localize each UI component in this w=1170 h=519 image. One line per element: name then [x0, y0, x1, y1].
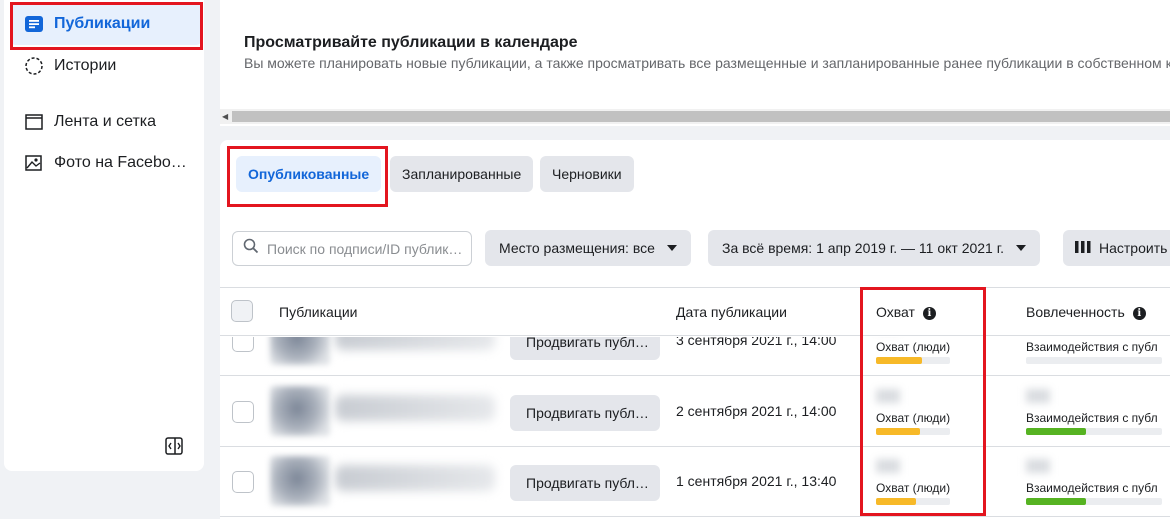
facebook-photo-icon	[24, 153, 44, 173]
row-checkbox[interactable]	[232, 401, 254, 423]
sidebar: Публикации Истории Лента и сетка Фото на…	[4, 0, 204, 471]
placement-dropdown[interactable]: Место размещения: все	[485, 230, 691, 266]
select-all-checkbox[interactable]	[231, 300, 253, 322]
reach-bar	[876, 498, 950, 505]
search-icon	[243, 238, 259, 259]
horizontal-scrollbar[interactable]: ◀	[220, 109, 1170, 124]
tab-label: Запланированные	[402, 166, 522, 182]
period-label: За всё время: 1 апр 2019 г. — 11 окт 202…	[722, 240, 1005, 256]
sidebar-item-posts[interactable]: Публикации	[10, 3, 202, 45]
reach-value-blurred	[876, 459, 900, 473]
columns-icon	[1075, 240, 1091, 256]
reach-label: Охват (люди)	[876, 340, 951, 354]
column-reach-label: Охват	[876, 304, 915, 320]
promote-post-button[interactable]: Продвигать публ…	[510, 395, 660, 431]
customize-label: Настроить	[1099, 240, 1168, 256]
table-row[interactable]: Продвигать публ… 2 сентября 2021 г., 14:…	[220, 377, 1170, 447]
column-engagement-label: Вовлеченность	[1026, 304, 1125, 320]
table-row[interactable]: Продвигать публ… 1 сентября 2021 г., 13:…	[220, 447, 1170, 517]
promote-post-button[interactable]: Продвигать публ…	[510, 465, 660, 501]
sidebar-item-label: Лента и сетка	[54, 113, 157, 130]
collapse-sidebar-icon[interactable]	[164, 436, 184, 456]
reach-value-blurred	[876, 389, 900, 403]
promote-post-button[interactable]: Продвигать публ…	[510, 337, 660, 360]
sidebar-item-facebook-photo[interactable]: Фото на Facebo…	[10, 142, 202, 184]
engagement-label: Взаимодействия с публ	[1026, 481, 1158, 495]
engagement-bar-fill	[1026, 498, 1086, 505]
engagement-value-blurred	[1026, 459, 1050, 473]
column-engagement[interactable]: Вовлеченность i	[1026, 304, 1146, 320]
engagement-bar	[1026, 357, 1162, 364]
engagement-bar	[1026, 498, 1162, 505]
scroll-left-icon[interactable]: ◀	[222, 112, 228, 121]
search-box[interactable]	[232, 231, 472, 266]
post-thumbnail[interactable]	[270, 456, 330, 506]
engagement-value-blurred	[1026, 389, 1050, 403]
sidebar-item-stories[interactable]: Истории	[10, 45, 202, 87]
post-caption-blurred	[335, 395, 495, 421]
promote-label: Продвигать публ…	[526, 405, 649, 421]
publish-date: 1 сентября 2021 г., 13:40	[676, 473, 837, 489]
info-icon[interactable]: i	[1132, 307, 1146, 320]
reach-bar	[876, 428, 950, 435]
posts-icon	[24, 14, 44, 34]
engagement-label: Взаимодействия с публ	[1026, 340, 1158, 354]
row-checkbox[interactable]	[232, 471, 254, 493]
publish-date: 3 сентября 2021 г., 14:00	[676, 337, 837, 348]
reach-bar-fill	[876, 498, 916, 505]
feed-grid-icon	[24, 112, 44, 132]
publish-date: 2 сентября 2021 г., 14:00	[676, 403, 837, 419]
sidebar-item-label: Фото на Facebo…	[54, 154, 187, 171]
table-row[interactable]: Продвигать публ… 3 сентября 2021 г., 14:…	[220, 337, 1170, 376]
sidebar-item-feed-grid[interactable]: Лента и сетка	[10, 101, 202, 143]
promote-label: Продвигать публ…	[526, 475, 649, 491]
engagement-label: Взаимодействия с публ	[1026, 411, 1158, 425]
banner-title: Просматривайте публикации в календаре	[244, 34, 578, 51]
tab-drafts[interactable]: Черновики	[540, 156, 634, 192]
scrollbar-thumb[interactable]	[232, 111, 1170, 122]
chevron-down-icon	[666, 245, 677, 251]
post-caption-blurred	[335, 337, 495, 350]
sidebar-item-label: Истории	[54, 57, 117, 74]
posts-panel: Опубликованные Запланированные Черновики…	[220, 140, 1170, 519]
post-caption-blurred	[335, 465, 495, 491]
banner-subtitle: Вы можете планировать новые публикации, …	[244, 55, 1170, 71]
tab-label: Опубликованные	[248, 166, 370, 182]
post-thumbnail[interactable]	[270, 386, 330, 436]
reach-bar-fill	[876, 428, 920, 435]
tab-label: Черновики	[552, 166, 622, 182]
calendar-banner: Просматривайте публикации в календаре Вы…	[220, 0, 1170, 126]
engagement-bar	[1026, 428, 1162, 435]
sidebar-item-label: Публикации	[54, 15, 151, 32]
row-checkbox[interactable]	[232, 337, 254, 352]
table-header: Публикации Дата публикации Охват i Вовлеч…	[220, 287, 1170, 336]
table-body: Продвигать публ… 3 сентября 2021 г., 14:…	[220, 337, 1170, 519]
tab-published[interactable]: Опубликованные	[236, 156, 382, 192]
reach-label: Охват (люди)	[876, 481, 951, 495]
reach-label: Охват (люди)	[876, 411, 951, 425]
info-icon[interactable]: i	[922, 307, 936, 320]
column-reach[interactable]: Охват i	[876, 304, 936, 320]
column-posts[interactable]: Публикации	[279, 304, 357, 320]
search-input[interactable]	[267, 240, 467, 257]
reach-bar	[876, 357, 950, 364]
customize-columns-button[interactable]: Настроить	[1063, 230, 1170, 266]
tab-scheduled[interactable]: Запланированные	[390, 156, 534, 192]
column-date[interactable]: Дата публикации	[676, 304, 787, 320]
stories-icon	[24, 56, 44, 76]
engagement-bar-fill	[1026, 428, 1086, 435]
period-dropdown[interactable]: За всё время: 1 апр 2019 г. — 11 окт 202…	[708, 230, 1041, 266]
reach-bar-fill	[876, 357, 922, 364]
placement-label: Место размещения: все	[499, 240, 655, 256]
post-thumbnail[interactable]	[270, 337, 330, 365]
promote-label: Продвигать публ…	[526, 337, 649, 350]
chevron-down-icon	[1016, 245, 1027, 251]
